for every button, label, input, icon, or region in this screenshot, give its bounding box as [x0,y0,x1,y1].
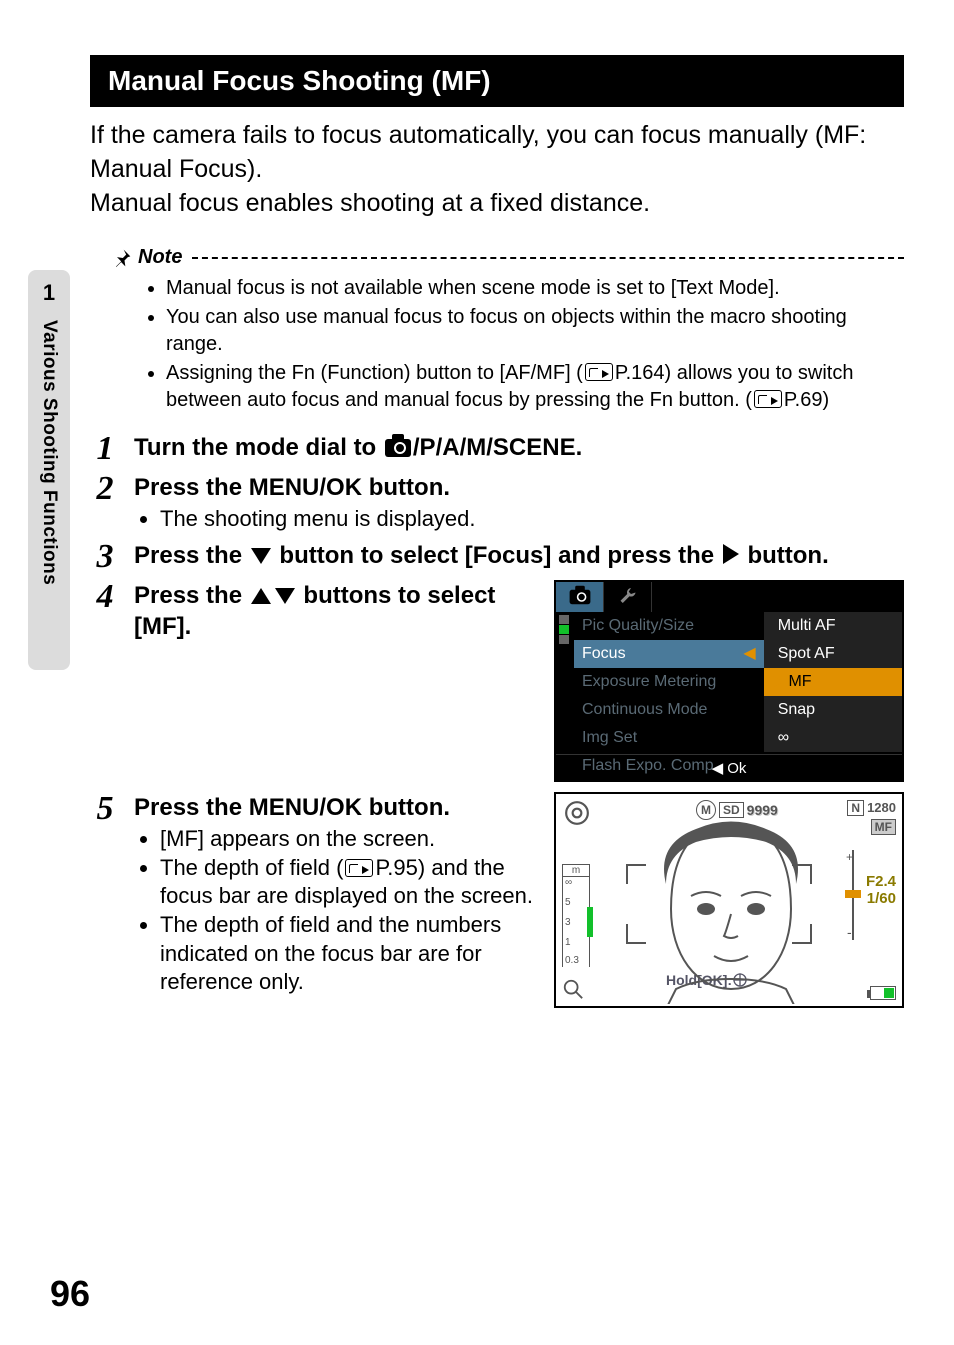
step-sub-item: The depth of field and the numbers indic… [160,911,536,997]
shutter-value: 1/60 [866,891,896,908]
step-number: 3 [90,540,120,574]
note-label: Note [138,246,182,269]
page-ref-icon [754,390,782,408]
page-number: 96 [50,1273,90,1315]
side-tab: 1 Various Shooting Functions [28,270,70,670]
menu-item: Pic Quality/Size [574,612,764,640]
menu-option: ∞ [764,724,902,752]
battery-icon [870,986,896,1000]
menu-option: Spot AF [764,640,902,668]
steps-list: 1 Turn the mode dial to /P/A/M/SCENE. 2 … [90,432,904,1008]
af-bracket [626,924,646,944]
af-bracket [792,864,812,884]
face-illustration [646,814,816,1004]
step: 5 Press the MENU/OK button. [MF] appears… [90,792,904,1008]
camera-icon [569,590,590,604]
anti-shake-icon [564,800,590,831]
step-sub-item: [MF] appears on the screen. [160,825,536,854]
menu-option: Snap [764,696,902,724]
menu-option: Multi AF [764,612,902,640]
intro-text: If the camera fails to focus automatical… [90,119,904,220]
step-number: 1 [90,432,120,466]
down-arrow-icon [275,588,295,604]
note-block: Note Manual focus is not available when … [112,246,904,414]
step-number: 2 [90,472,120,534]
page-ref-icon [345,859,373,877]
menu-tab-setup [604,582,652,612]
wrench-icon [619,588,637,606]
menu-item: Img Set [574,724,764,752]
menu-item: Exposure Metering [574,668,764,696]
down-arrow-icon [251,548,271,564]
step-sub-item: The depth of field (P.95) and the focus … [160,854,536,911]
note-divider [192,257,904,259]
step: 1 Turn the mode dial to /P/A/M/SCENE. [90,432,904,466]
step-number: 4 [90,580,120,782]
step: 2 Press the MENU/OK button. The shooting… [90,472,904,534]
lcd-screenshot: M SD 9999 N 1280 MF F2.4 1/60 [554,792,904,1008]
step-sub-item: The shooting menu is displayed. [160,505,904,534]
step-title: Press the buttons to select [MF]. [134,580,536,642]
step-title: Turn the mode dial to /P/A/M/SCENE. [134,432,904,463]
af-bracket [626,864,646,884]
note-heading: Note [112,246,904,269]
up-arrow-icon [251,588,271,604]
focus-scale: m ∞ 5 3 1 0.3 [562,864,590,967]
camera-icon [385,439,411,457]
step: 4 Press the buttons to select [MF]. [90,580,904,782]
chapter-number: 1 [43,280,55,306]
menu-screenshot: Pic Quality/Size Focus◀ Exposure Meterin… [554,580,904,782]
size-badge-n: N [847,800,864,816]
depth-of-field-bar [587,907,593,937]
step-title: Press the button to select [Focus] and p… [134,540,904,571]
pushpin-icon [112,248,132,268]
size-badge: 1280 [867,800,896,816]
chapter-title: Various Shooting Functions [38,320,60,585]
step-sublist: The shooting menu is displayed. [160,505,904,534]
exposure-slider: + - [848,850,858,940]
step-number: 5 [90,792,120,1008]
step-title: Press the MENU/OK button. [134,792,536,823]
section-header: Manual Focus Shooting (MF) [90,55,904,107]
right-arrow-icon [723,544,739,564]
menu-tab-shooting [556,582,604,612]
note-item: You can also use manual focus to focus o… [166,304,904,358]
step-sublist: [MF] appears on the screen. The depth of… [160,825,536,997]
menu-item-selected: Focus◀ [574,640,764,668]
menu-scroll-markers [556,614,574,645]
note-item: Manual focus is not available when scene… [166,275,904,302]
note-list: Manual focus is not available when scene… [166,275,904,414]
menu-option-selected: ▶ MF [764,668,902,696]
menu-item: Continuous Mode [574,696,764,724]
aperture-value: F2.4 [866,874,896,891]
page-ref-icon [585,363,613,381]
mf-badge: MF [871,819,896,835]
step: 3 Press the button to select [Focus] and… [90,540,904,574]
note-item: Assigning the Fn (Function) button to [A… [166,360,904,414]
af-bracket [792,924,812,944]
step-title: Press the MENU/OK button. [134,472,904,503]
magnify-icon [562,978,584,1000]
